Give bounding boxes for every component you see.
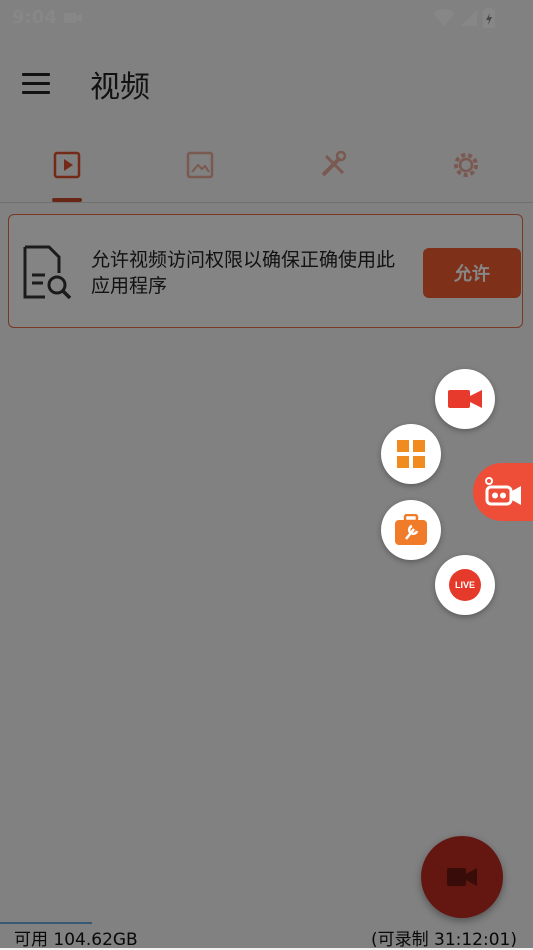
video-tab-icon: [53, 151, 80, 179]
status-icons: [433, 8, 495, 28]
available-storage: 可用 104.62GB: [14, 930, 138, 950]
video-camera-icon: [448, 390, 482, 408]
record-fab[interactable]: [421, 836, 503, 918]
floating-recorder-handle[interactable]: [473, 463, 533, 521]
toolbox-icon: [395, 514, 427, 545]
status-bar: 9:04: [0, 0, 533, 36]
wifi-icon: [433, 9, 455, 26]
float-toolbox-button[interactable]: [381, 500, 441, 560]
storage-bar: 可用 104.62GB (可录制 31:12:01): [0, 922, 533, 950]
storage-progress: [0, 922, 92, 924]
status-time: 9:04: [12, 7, 57, 28]
battery-icon: [483, 8, 495, 28]
grid-icon: [397, 440, 425, 468]
app-toolbar: 视频: [0, 36, 533, 128]
document-search-icon: [23, 245, 72, 300]
tab-images[interactable]: [133, 128, 266, 202]
recordable-time: (可录制 31:12:01): [370, 930, 517, 950]
allow-button[interactable]: 允许: [423, 248, 521, 298]
live-icon: LIVE: [449, 569, 481, 601]
permission-message: 允许视频访问权限以确保正确使用此应用程序: [91, 249, 396, 297]
float-live-button[interactable]: LIVE: [435, 555, 495, 615]
permission-banner: 允许视频访问权限以确保正确使用此应用程序 允许: [8, 214, 523, 328]
tab-bar: [0, 128, 533, 203]
video-camera-icon: [447, 868, 477, 886]
image-tab-icon: [186, 151, 213, 179]
tab-video[interactable]: [0, 128, 133, 202]
float-grid-button[interactable]: [381, 424, 441, 484]
camera-recorder-icon: [485, 477, 521, 506]
tab-tools[interactable]: [266, 128, 399, 202]
page-title: 视频: [90, 70, 150, 105]
menu-icon[interactable]: [22, 66, 62, 100]
tab-indicator: [52, 198, 82, 202]
signal-icon: [461, 10, 477, 26]
float-record-button[interactable]: [435, 369, 495, 429]
gear-tab-icon: [453, 153, 478, 177]
video-notification-icon: [64, 13, 82, 23]
tools-tab-icon: [321, 150, 346, 177]
tab-settings[interactable]: [399, 128, 532, 202]
app-screen: 9:04 视频 允许视频访问权限以确保正确使用此应用程序 允许 可用 104.6…: [0, 0, 533, 950]
